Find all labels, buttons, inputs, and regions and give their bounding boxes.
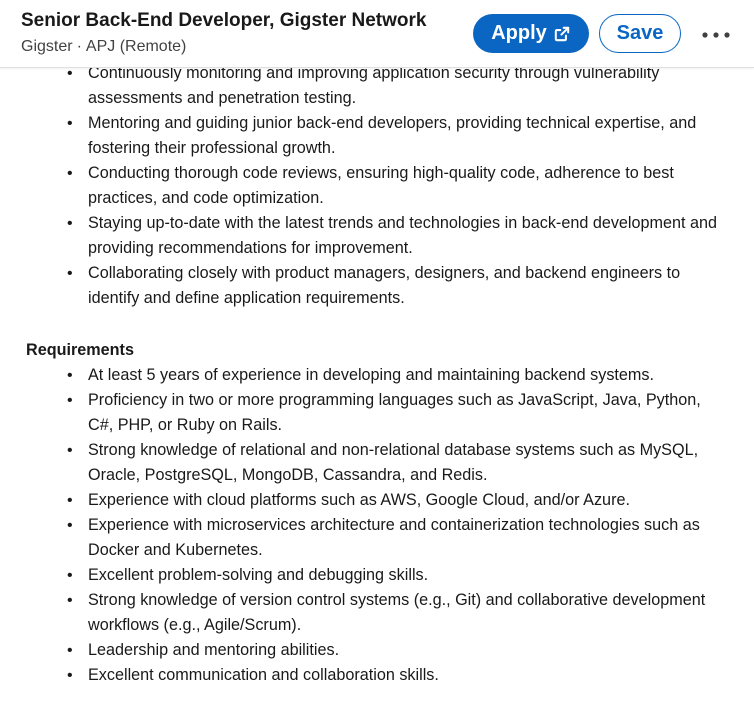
list-item: • Collaborating closely with product man… — [0, 261, 740, 311]
job-title[interactable]: Senior Back-End Developer, Gigster Netwo… — [21, 10, 426, 32]
subtitle-separator: · — [76, 38, 82, 55]
requirements-heading: Requirements — [26, 341, 134, 359]
bullet: • — [67, 215, 73, 232]
bullet: • — [67, 667, 73, 684]
bullet: • — [67, 642, 73, 659]
bullet: • — [67, 165, 73, 182]
bullet: • — [67, 442, 73, 459]
list-item: • Experience with microservices architec… — [0, 513, 740, 563]
list-item: • Excellent problem-solving and debuggin… — [0, 563, 740, 588]
list-item: • Excellent communication and collaborat… — [0, 663, 740, 688]
list-item: • Staying up-to-date with the latest tre… — [0, 211, 740, 261]
list-item: • Proficiency in two or more programming… — [0, 388, 740, 438]
external-link-icon — [553, 25, 571, 43]
bullet: • — [67, 265, 73, 282]
job-location: APJ (Remote) — [85, 38, 187, 55]
job-details-page: • Continuously monitoring and improving … — [0, 0, 754, 705]
bullet: • — [67, 592, 73, 609]
list-item: • At least 5 years of experience in deve… — [0, 363, 740, 388]
ellipsis-icon — [701, 27, 731, 42]
list-item: • Strong knowledge of version control sy… — [0, 588, 740, 638]
list-item: • Experience with cloud platforms such a… — [0, 488, 740, 513]
save-button[interactable]: Save — [599, 14, 681, 53]
bullet: • — [67, 492, 73, 509]
list-item: • Continuously monitoring and improving … — [0, 61, 740, 111]
bullet: • — [67, 392, 73, 409]
bullet: • — [67, 517, 73, 534]
bullet: • — [67, 367, 73, 384]
requirements-list: • At least 5 years of experience in deve… — [0, 363, 740, 688]
job-subtitle: Gigster · APJ (Remote) — [21, 38, 186, 56]
list-item: • Strong knowledge of relational and non… — [0, 438, 740, 488]
more-options-button[interactable] — [694, 18, 738, 50]
responsibilities-list: • Continuously monitoring and improving … — [0, 61, 740, 311]
company-name[interactable]: Gigster — [21, 38, 73, 55]
bullet: • — [67, 115, 73, 132]
list-item: • Conducting thorough code reviews, ensu… — [0, 161, 740, 211]
apply-button-label: Apply — [491, 22, 547, 44]
apply-button[interactable]: Apply — [473, 14, 589, 53]
bullet: • — [67, 567, 73, 584]
list-item: • Mentoring and guiding junior back-end … — [0, 111, 740, 161]
list-item: • Leadership and mentoring abilities. — [0, 638, 740, 663]
sticky-job-header: Senior Back-End Developer, Gigster Netwo… — [0, 0, 754, 68]
